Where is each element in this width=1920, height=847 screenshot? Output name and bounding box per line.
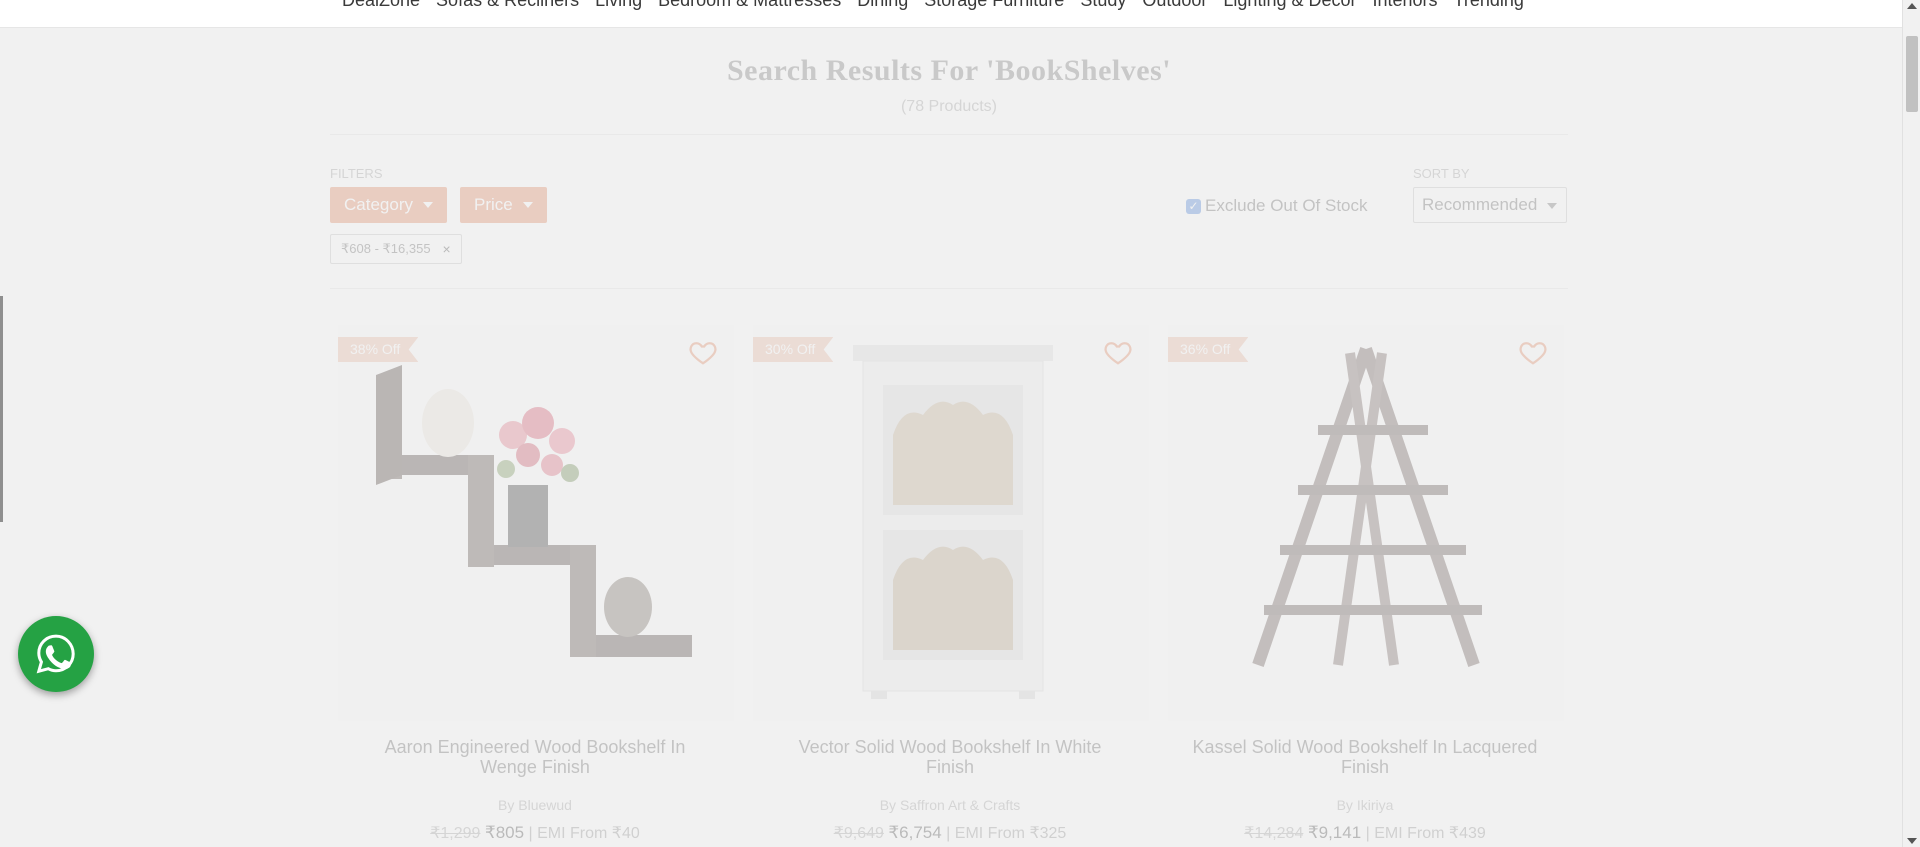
product-card[interactable]: 36% Off Kassel Solid Wood Bookshelf In L… — [1160, 325, 1564, 847]
nav-item-living[interactable]: Living — [595, 0, 642, 11]
brand-prefix: By — [498, 797, 515, 813]
original-price: ₹14,284 — [1244, 825, 1304, 842]
heart-outline-icon[interactable] — [688, 337, 718, 367]
active-price-filter-chip: ₹608 - ₹16,355 × — [330, 234, 462, 264]
nav-items: DealZone Sofas & Recliners Living Bedroo… — [342, 0, 1524, 11]
page-scrollbar[interactable] — [1902, 0, 1920, 847]
nav-item-sofas-recliners[interactable]: Sofas & Recliners — [436, 0, 579, 11]
chip-label: ₹608 - ₹16,355 — [341, 241, 431, 256]
product-price: ₹14,284 ₹9,141 | EMI From ₹439 — [1160, 823, 1570, 843]
product-title[interactable]: Vector Solid Wood Bookshelf In White Fin… — [745, 737, 1155, 777]
product-brand: By Bluewud — [330, 797, 740, 813]
product-title[interactable]: Kassel Solid Wood Bookshelf In Lacquered… — [1160, 737, 1570, 777]
scroll-down-icon[interactable] — [1907, 838, 1917, 844]
bookshelf-wenge-image — [376, 365, 692, 657]
emi-text: | EMI From ₹439 — [1365, 825, 1486, 842]
product-price: ₹1,299 ₹805 | EMI From ₹40 — [330, 823, 740, 843]
sort-by-label: SORT BY — [1413, 166, 1470, 181]
nav-item-dealzone[interactable]: DealZone — [342, 0, 420, 11]
brand-name[interactable]: Saffron Art & Crafts — [900, 797, 1020, 813]
side-feedback-tab[interactable] — [0, 296, 3, 522]
product-image[interactable] — [753, 325, 1149, 721]
filters-label: FILTERS — [330, 166, 383, 181]
search-results-page: Search Results For 'BookShelves' (78 Pro… — [0, 28, 1902, 847]
bookshelf-ladder-image — [1252, 347, 1482, 667]
discount-badge: 36% Off — [1168, 337, 1249, 362]
sale-price: ₹805 — [484, 823, 525, 842]
category-filter-label: Category — [344, 195, 413, 214]
close-icon[interactable]: × — [443, 235, 451, 263]
nav-item-storage-furniture[interactable]: Storage Furniture — [924, 0, 1064, 11]
page-title: Search Results For 'BookShelves' — [726, 54, 1172, 87]
caret-down-icon — [422, 202, 433, 208]
brand-prefix: By — [879, 797, 897, 813]
divider — [330, 288, 1568, 289]
price-filter-label: Price — [474, 195, 513, 214]
category-filter-button[interactable]: Category — [330, 187, 447, 223]
sale-price: ₹6,754 — [888, 823, 942, 842]
heart-outline-icon[interactable] — [1103, 337, 1133, 367]
bookshelf-white-image — [853, 345, 1053, 699]
nav-item-dining[interactable]: Dining — [857, 0, 908, 11]
product-price: ₹9,649 ₹6,754 | EMI From ₹325 — [745, 823, 1155, 843]
caret-down-icon — [522, 202, 533, 208]
discount-badge: 30% Off — [753, 337, 834, 362]
divider — [330, 134, 1568, 135]
product-card[interactable]: 38% Off Aaron Engineered Wood Bookshelf … — [330, 325, 734, 847]
product-brand: By Ikiriya — [1160, 797, 1570, 813]
checkbox-checked-icon[interactable]: ✓ — [1186, 198, 1201, 214]
nav-item-bedroom-mattresses[interactable]: Bedroom & Mattresses — [658, 0, 841, 11]
product-card[interactable]: 30% Off Vector Solid Wood Bookshelf In W… — [745, 325, 1149, 847]
sort-by-select[interactable]: Recommended — [1413, 187, 1567, 223]
scroll-up-icon[interactable] — [1907, 3, 1917, 9]
nav-item-interiors[interactable]: Interiors — [1372, 0, 1437, 11]
emi-text: | EMI From ₹325 — [946, 825, 1067, 842]
sort-selected-value: Recommended — [1422, 195, 1538, 214]
product-image[interactable] — [1168, 325, 1564, 721]
price-filter-button[interactable]: Price — [460, 187, 547, 223]
whatsapp-icon — [36, 634, 75, 674]
original-price: ₹1,299 — [430, 825, 481, 842]
scrollbar-thumb[interactable] — [1906, 36, 1918, 112]
emi-text: | EMI From ₹40 — [528, 825, 640, 842]
sale-price: ₹9,141 — [1307, 823, 1362, 842]
product-title[interactable]: Aaron Engineered Wood Bookshelf In Wenge… — [330, 737, 740, 777]
top-navigation: DealZone Sofas & Recliners Living Bedroo… — [0, 0, 1902, 28]
nav-item-study[interactable]: Study — [1080, 0, 1126, 11]
product-count-text: (78 Products) — [900, 98, 998, 115]
whatsapp-chat-button[interactable] — [18, 616, 94, 692]
exclude-out-of-stock-label: Exclude Out Of Stock — [1205, 196, 1368, 215]
original-price: ₹9,649 — [833, 825, 884, 842]
product-image[interactable] — [338, 325, 734, 721]
product-brand: By Saffron Art & Crafts — [745, 797, 1155, 813]
brand-name[interactable]: Ikiriya — [1357, 797, 1394, 813]
brand-prefix: By — [1336, 797, 1353, 813]
heart-outline-icon[interactable] — [1518, 337, 1548, 367]
exclude-out-of-stock-checkbox[interactable]: ✓ Exclude Out Of Stock — [1186, 196, 1368, 216]
brand-name[interactable]: Bluewud — [518, 797, 572, 813]
discount-badge: 38% Off — [338, 337, 419, 362]
nav-item-lighting-decor[interactable]: Lighting & Decor — [1223, 0, 1356, 11]
nav-item-outdoor[interactable]: Outdoor — [1142, 0, 1207, 11]
caret-down-icon — [1547, 203, 1557, 209]
product-count: (78 Products) — [330, 98, 1568, 116]
nav-item-trending[interactable]: Trending — [1454, 0, 1524, 11]
